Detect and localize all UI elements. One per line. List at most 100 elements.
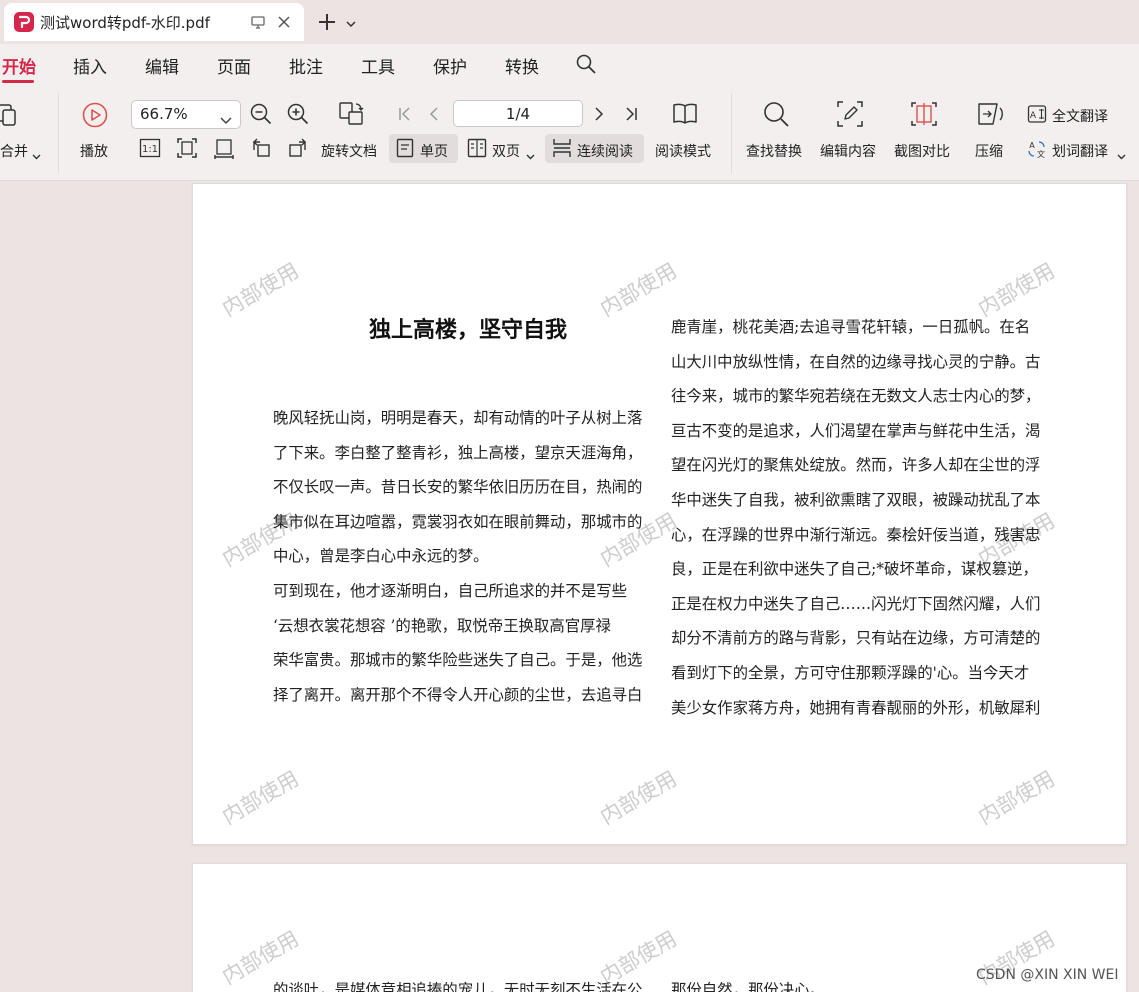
text-line: 的谈吐，是媒体竞相追捧的宠儿，无时无刻不生活在公: [273, 981, 643, 992]
merge-icon[interactable]: [0, 102, 18, 132]
text-line: 亘古不变的是追求，人们渴望在掌声与鲜花中生活，渴: [671, 421, 1041, 440]
text-line: ‘云想衣裳花想容 ’的艳歌，取悦帝王换取高官厚禄: [273, 616, 611, 635]
svg-text:A: A: [1029, 141, 1035, 150]
tab-bar: 测试word转pdf-水印.pdf: [0, 0, 1139, 44]
chevron-down-icon: [220, 111, 232, 130]
screenshot-compare-button[interactable]: 截图对比: [894, 141, 950, 161]
merge-button[interactable]: 合并: [0, 141, 28, 161]
document-viewer[interactable]: 内部使用 内部使用 内部使用 内部使用 内部使用 内部使用 内部使用 内部使用 …: [0, 181, 1139, 992]
menu-edit[interactable]: 编辑: [145, 53, 179, 78]
plus-icon[interactable]: [316, 11, 338, 37]
page-indicator: 1/4: [505, 105, 531, 123]
word-translate-button[interactable]: 划词翻译: [1052, 141, 1108, 161]
text-line: 却分不清前方的路与背影，只有站在边缘，方可清楚的: [671, 629, 1041, 648]
active-menu-indicator: [2, 80, 34, 83]
continuous-reading-icon: [552, 138, 572, 162]
zoom-select[interactable]: 66.7%: [131, 100, 241, 129]
monitor-icon[interactable]: [250, 14, 266, 34]
fit-width-icon[interactable]: [213, 137, 235, 163]
edit-content-button[interactable]: 编辑内容: [820, 141, 876, 161]
menu-convert[interactable]: 转换: [505, 53, 539, 78]
previous-page-icon[interactable]: [428, 106, 440, 126]
actual-size-label: 1:1: [142, 144, 158, 155]
read-mode-button[interactable]: 阅读模式: [655, 141, 711, 161]
source-credit: CSDN @XIN XIN WEI: [976, 967, 1119, 983]
left-column: 晚风轻抚山岗，明明是春天，却有动情的叶子从树上落 了下来。李白整了整青衫，独上高…: [273, 401, 642, 712]
text-line: 正是在权力中迷失了自己……闪光灯下固然闪耀，人们: [671, 594, 1041, 613]
search-icon[interactable]: [575, 53, 597, 79]
text-line: 华中迷失了自我，被利欲熏瞎了双眼，被躁动扰乱了本: [671, 490, 1041, 509]
chevron-down-icon[interactable]: [345, 15, 357, 34]
chevron-down-icon[interactable]: [526, 146, 535, 165]
compress-button[interactable]: 压缩: [975, 141, 1003, 161]
menu-start[interactable]: 开始: [2, 53, 36, 78]
svg-text:A: A: [1030, 111, 1037, 121]
close-icon[interactable]: [276, 14, 292, 34]
toolbar-divider: [731, 93, 732, 173]
text-line: 往今来，城市的繁华宛若绕在无数文人志士内心的梦，: [671, 387, 1041, 406]
actual-size-icon[interactable]: 1:1: [139, 138, 161, 162]
chevron-down-icon[interactable]: [32, 146, 41, 165]
text-line: 中心，曾是李白心中永远的梦。: [273, 547, 489, 566]
first-page-icon[interactable]: [398, 106, 412, 126]
text-line: 择了离开。离开那个不得令人开心颜的尘世，去追寻白: [273, 685, 643, 704]
menu-protect[interactable]: 保护: [433, 53, 467, 78]
svg-text:文: 文: [1037, 149, 1045, 159]
pdf-app-icon: [14, 12, 34, 32]
text-line: 了下来。李白整了整青衫，独上高楼，望京天涯海角，: [273, 443, 643, 462]
text-line: 心，在浮躁的世界中渐行渐远。秦桧奸佞当道，残害忠: [671, 525, 1041, 544]
full-translate-icon[interactable]: A: [1027, 104, 1047, 128]
text-line: 不仅长叹一声。昔日长安的繁华依旧历历在目，热闹的: [273, 478, 643, 497]
tab-title: 测试word转pdf-水印.pdf: [40, 14, 210, 32]
search-icon[interactable]: [762, 100, 790, 132]
page-number-input[interactable]: 1/4: [453, 100, 583, 127]
compress-icon[interactable]: [975, 100, 1005, 132]
watermark: 内部使用: [596, 766, 681, 830]
ribbon-toolbar: 合并 播放 66.7% 1:1 旋转文档 单页 双页 连续阅读 1/4 阅读模式…: [0, 88, 1139, 181]
rotate-left-icon[interactable]: [250, 137, 272, 163]
document-tab[interactable]: 测试word转pdf-水印.pdf: [4, 3, 304, 41]
menu-page[interactable]: 页面: [217, 53, 251, 78]
text-line: 晚风轻抚山岗，明明是春天，却有动情的叶子从树上落: [273, 409, 643, 427]
play-icon[interactable]: [81, 101, 109, 133]
document-title: 独上高楼，坚守自我: [368, 317, 567, 343]
menu-annotate[interactable]: 批注: [289, 53, 323, 78]
zoom-value: 66.7%: [140, 105, 188, 123]
zoom-out-icon[interactable]: [249, 102, 273, 130]
last-page-icon[interactable]: [624, 106, 638, 126]
text-line: 美少女作家蒋方舟，她拥有青春靓丽的外形，机敏犀利: [671, 698, 1041, 717]
pdf-page-1: 内部使用 内部使用 内部使用 内部使用 内部使用 内部使用 内部使用 内部使用 …: [192, 183, 1127, 845]
chevron-down-icon[interactable]: [1117, 146, 1126, 165]
find-replace-button[interactable]: 查找替换: [746, 141, 802, 161]
double-page-button[interactable]: 双页: [492, 141, 520, 161]
rotate-document-icon[interactable]: [337, 100, 365, 132]
play-button[interactable]: 播放: [80, 141, 108, 161]
word-translate-icon[interactable]: A文: [1027, 139, 1047, 163]
continuous-reading-label: 连续阅读: [577, 144, 633, 160]
text-line: 那份自然，那份决心。: [671, 981, 825, 992]
double-page-icon[interactable]: [467, 138, 487, 162]
single-page-label: 单页: [420, 144, 448, 160]
single-page-icon: [396, 138, 414, 162]
text-line: 荣华富贵。那城市的繁华险些迷失了自己。于是，他选: [273, 651, 643, 670]
text-line: 山大川中放纵性情，在自然的边缘寻找心灵的宁静。古: [671, 352, 1041, 371]
toolbar-divider: [58, 93, 59, 173]
fit-page-icon[interactable]: [176, 137, 198, 163]
text-line: 鹿青崖，桃花美酒;去追寻雪花轩辕，一日孤帆。在名: [671, 318, 1031, 336]
book-icon[interactable]: [671, 100, 699, 132]
screenshot-compare-icon[interactable]: [910, 100, 938, 132]
zoom-in-icon[interactable]: [286, 102, 310, 130]
menu-tools[interactable]: 工具: [361, 53, 395, 78]
right-column: 鹿青崖，桃花美酒;去追寻雪花轩辕，一日孤帆。在名 山大川中放纵性情，在自然的边缘…: [671, 310, 1040, 725]
full-translate-button[interactable]: 全文翻译: [1052, 106, 1108, 126]
rotate-right-icon[interactable]: [287, 137, 309, 163]
menu-bar: 开始 插入 编辑 页面 批注 工具 保护 转换: [0, 44, 1139, 88]
next-page-icon[interactable]: [593, 106, 605, 126]
menu-insert[interactable]: 插入: [73, 53, 107, 78]
text-line: 良，正是在利欲中迷失了自己;*破坏革命，谋权篡逆，: [671, 560, 1038, 579]
text-line: 集市似在耳边喧嚣，霓裳羽衣如在眼前舞动，那城市的: [273, 512, 643, 531]
watermark: 内部使用: [974, 766, 1059, 830]
text-line: 望在闪光灯的聚焦处绽放。然而，许多人却在尘世的浮: [671, 456, 1041, 475]
edit-content-icon[interactable]: [836, 100, 864, 132]
rotate-document-button[interactable]: 旋转文档: [321, 141, 377, 161]
